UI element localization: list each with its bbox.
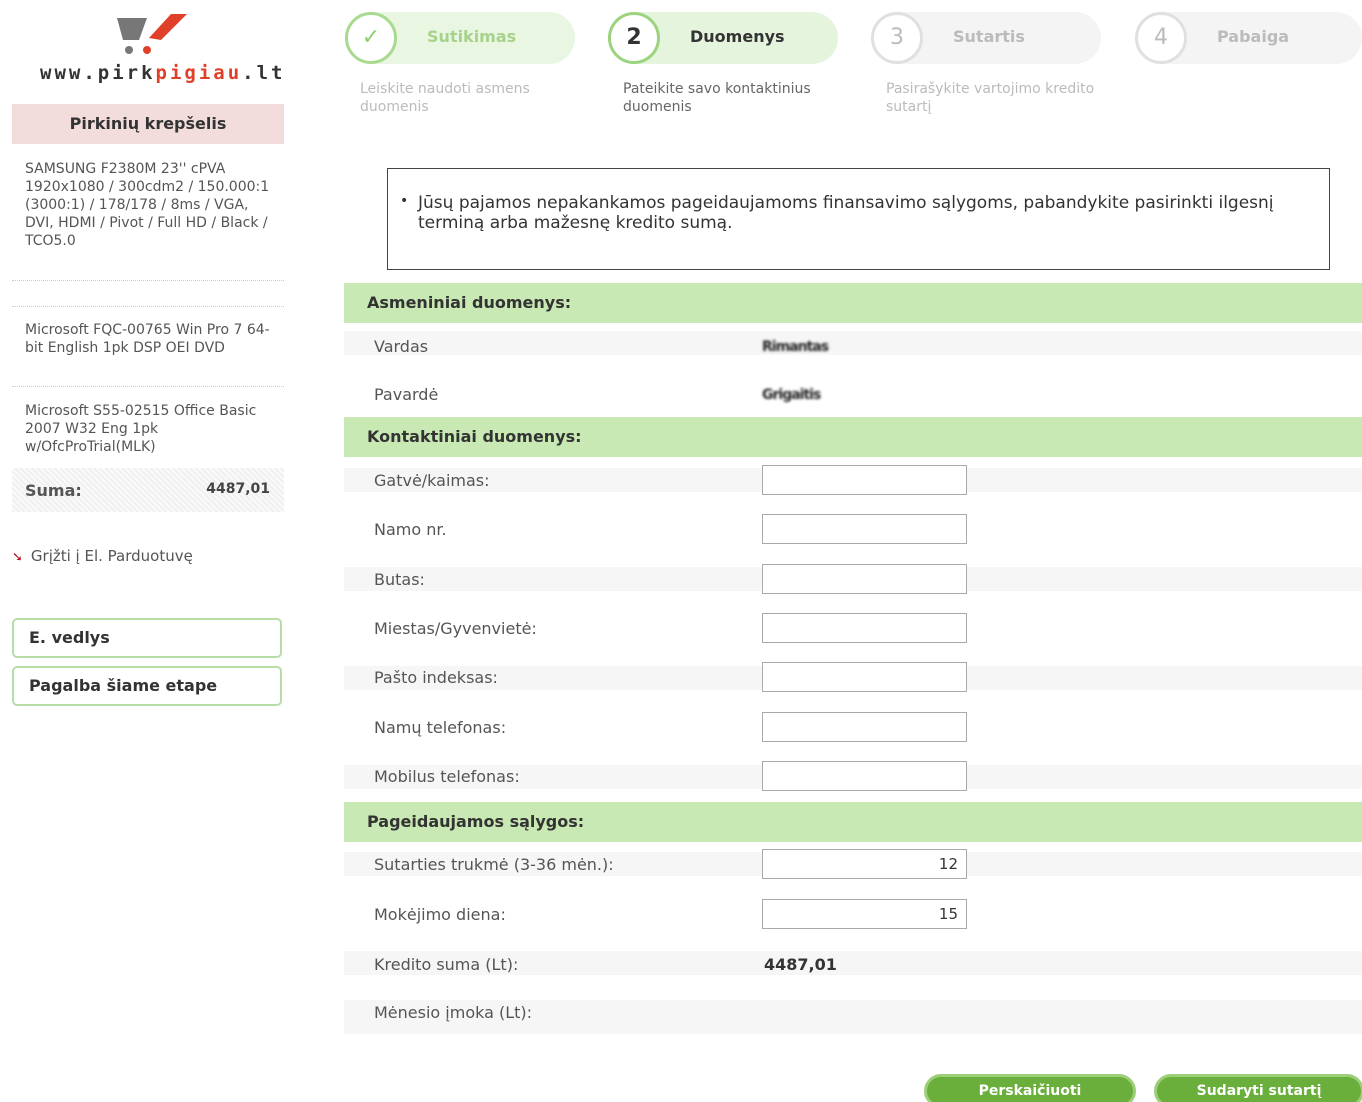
flat-input[interactable] xyxy=(762,564,967,594)
back-link-label: Grįžti į El. Parduotuvę xyxy=(30,547,193,565)
monthly-payment-label: Mėnesio įmoka (Lt): xyxy=(374,1003,533,1022)
section-personal-header: Asmeniniai duomenys: xyxy=(344,283,1362,323)
surname-value: Grigaitis xyxy=(762,387,821,403)
credit-amount-value: 4487,01 xyxy=(764,955,837,974)
error-message: Jūsų pajamos nepakankamos pageidaujamoms… xyxy=(418,193,1274,233)
cart-item: SAMSUNG F2380M 23'' cPVA 1920x1080 / 300… xyxy=(25,161,270,249)
cart-item: Microsoft S55-02515 Office Basic 2007 W3… xyxy=(25,403,257,455)
step-contract[interactable]: 3 Sutartis xyxy=(871,12,1101,64)
back-to-shop-link[interactable]: ➘ Grįžti į El. Parduotuvę xyxy=(12,547,193,565)
checkmark-icon: ✓ xyxy=(345,12,397,64)
step-number: 3 xyxy=(871,12,923,64)
flat-label: Butas: xyxy=(374,570,425,589)
payday-input[interactable] xyxy=(762,899,967,929)
street-input[interactable] xyxy=(762,465,967,495)
cart-item: Microsoft FQC-00765 Win Pro 7 64-bit Eng… xyxy=(25,322,270,356)
step-agreement[interactable]: ✓ Sutikimas xyxy=(345,12,575,64)
house-number-label: Namo nr. xyxy=(374,520,447,539)
row-stripe xyxy=(344,331,1362,355)
section-contact-header: Kontaktiniai duomenys: xyxy=(344,417,1362,457)
site-logo[interactable]: www.pirkpigiau.lt xyxy=(30,12,282,84)
postcode-input[interactable] xyxy=(762,662,967,692)
name-label: Vardas xyxy=(374,337,429,356)
home-phone-label: Namų telefonas: xyxy=(374,718,507,737)
wizard-button[interactable]: E. vedlys xyxy=(12,618,282,658)
duration-input[interactable] xyxy=(762,849,967,879)
cart-sum-label: Suma: xyxy=(25,481,82,500)
step-number: 4 xyxy=(1135,12,1187,64)
name-value: Rimantas xyxy=(762,339,829,355)
section-conditions-header: Pageidaujamos sąlygos: xyxy=(344,802,1362,842)
recalculate-button[interactable]: Perskaičiuoti xyxy=(924,1074,1136,1102)
credit-amount-label: Kredito suma (Lt): xyxy=(374,955,519,974)
city-label: Miestas/Gyvenvietė: xyxy=(374,619,537,638)
arrow-down-right-icon: ➘ xyxy=(12,550,23,565)
step-description: Pasirašykite vartojimo kredito sutartį xyxy=(886,81,1095,115)
step-title: Sutikimas xyxy=(427,27,517,46)
house-number-input[interactable] xyxy=(762,514,967,544)
step-title: Sutartis xyxy=(953,27,1025,46)
cart-divider xyxy=(12,306,284,307)
create-contract-button[interactable]: Sudaryti sutartį xyxy=(1154,1074,1362,1102)
mobile-phone-input[interactable] xyxy=(762,761,967,791)
cart-divider xyxy=(12,386,284,387)
street-label: Gatvė/kaimas: xyxy=(374,471,490,490)
step-data[interactable]: 2 Duomenys xyxy=(608,12,838,64)
mobile-phone-label: Mobilus telefonas: xyxy=(374,767,520,786)
logo-text: www.pirkpigiau.lt xyxy=(40,62,286,84)
step-description: Leiskite naudoti asmens duomenis xyxy=(360,81,530,115)
step-description: Pateikite savo kontaktinius duomenis xyxy=(623,81,811,115)
step-title: Pabaiga xyxy=(1217,27,1290,46)
step-title: Duomenys xyxy=(690,27,785,46)
bullet-icon: • xyxy=(400,193,409,209)
help-button[interactable]: Pagalba šiame etape xyxy=(12,666,282,706)
cart-logo-icon xyxy=(117,14,187,54)
step-end[interactable]: 4 Pabaiga xyxy=(1135,12,1362,64)
city-input[interactable] xyxy=(762,613,967,643)
postcode-label: Pašto indeksas: xyxy=(374,668,498,687)
cart-header: Pirkinių krepšelis xyxy=(12,104,284,144)
cart-sum-value: 4487,01 xyxy=(206,481,270,497)
cart-divider xyxy=(12,280,284,281)
duration-label: Sutarties trukmė (3-36 mėn.): xyxy=(374,855,614,874)
error-message-box: • Jūsų pajamos nepakankamos pageidaujamo… xyxy=(387,168,1330,270)
payday-label: Mokėjimo diena: xyxy=(374,905,506,924)
step-number: 2 xyxy=(608,12,660,64)
surname-label: Pavardė xyxy=(374,385,439,404)
cart-sum: Suma: 4487,01 xyxy=(12,468,284,512)
home-phone-input[interactable] xyxy=(762,712,967,742)
